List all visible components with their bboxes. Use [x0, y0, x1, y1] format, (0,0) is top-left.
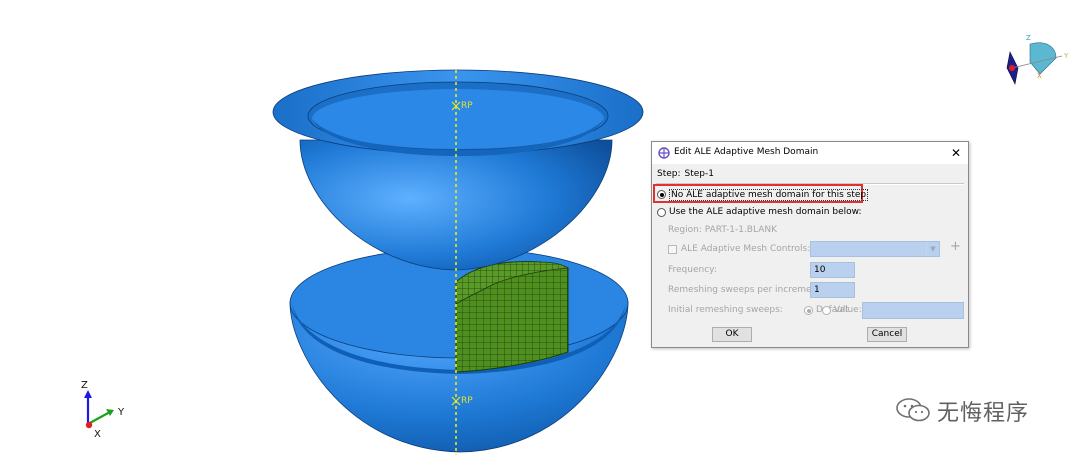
svg-text:X: X [94, 429, 101, 440]
svg-text:Z: Z [1026, 34, 1031, 42]
frequency-input[interactable]: 10 [810, 262, 855, 278]
watermark-text: 无悔程序 [937, 401, 1030, 426]
close-button[interactable]: ✕ [948, 145, 964, 161]
initial-default-radio[interactable] [804, 306, 813, 315]
chevron-down-icon: ▼ [926, 242, 939, 256]
initial-value-label: Value: [834, 305, 862, 315]
step-label: Step: [657, 169, 681, 179]
ok-button[interactable]: OK [712, 327, 752, 342]
svg-text:X: X [1037, 72, 1042, 80]
no-ale-domain-label[interactable]: No ALE adaptive mesh domain for this ste… [669, 189, 869, 201]
no-ale-domain-radio[interactable] [657, 190, 666, 199]
create-controls-plus-icon[interactable]: + [950, 240, 961, 254]
view-orientation-widget[interactable]: Z Y X [1006, 34, 1069, 85]
use-ale-domain-radio[interactable] [657, 208, 666, 217]
step-value: Step-1 [684, 169, 714, 179]
use-ale-domain-label[interactable]: Use the ALE adaptive mesh domain below: [669, 207, 862, 217]
ale-adaptive-mesh-dialog: Edit ALE Adaptive Mesh Domain ✕ Step: Ste… [651, 141, 969, 348]
svg-text:Y: Y [1063, 52, 1069, 60]
initial-value-radio[interactable] [822, 306, 831, 315]
abaqus-app-icon [658, 147, 670, 159]
region-text: Region: PART-1-1.BLANK [668, 225, 777, 235]
watermark: 无悔程序 [895, 395, 1055, 426]
blank-mesh [455, 261, 570, 373]
initial-value-input[interactable] [862, 302, 964, 319]
dialog-title: Edit ALE Adaptive Mesh Domain [674, 147, 819, 157]
ale-controls-checkbox[interactable] [668, 245, 677, 254]
frequency-label: Frequency: [668, 265, 717, 275]
step-row: Step: Step-1 [657, 169, 718, 179]
dialog-titlebar[interactable]: Edit ALE Adaptive Mesh Domain ✕ [652, 142, 968, 164]
svg-text:Y: Y [117, 407, 125, 418]
region-value: PART-1-1.BLANK [704, 225, 777, 235]
ale-controls-label: ALE Adaptive Mesh Controls: [681, 244, 811, 254]
initial-sweeps-label: Initial remeshing sweeps: [668, 305, 783, 315]
cancel-button[interactable]: Cancel [867, 327, 907, 342]
svg-text:RP: RP [461, 396, 473, 406]
svg-text:RP: RP [461, 101, 473, 111]
remeshing-sweeps-label: Remeshing sweeps per increment: [668, 285, 824, 295]
svg-text:Z: Z [81, 380, 88, 391]
coordinate-triad: Z Y X [81, 380, 125, 440]
ale-controls-select[interactable]: ▼ [810, 241, 940, 257]
upper-punch [272, 69, 644, 271]
wechat-icon [896, 398, 930, 422]
remeshing-sweeps-input[interactable]: 1 [810, 282, 855, 298]
